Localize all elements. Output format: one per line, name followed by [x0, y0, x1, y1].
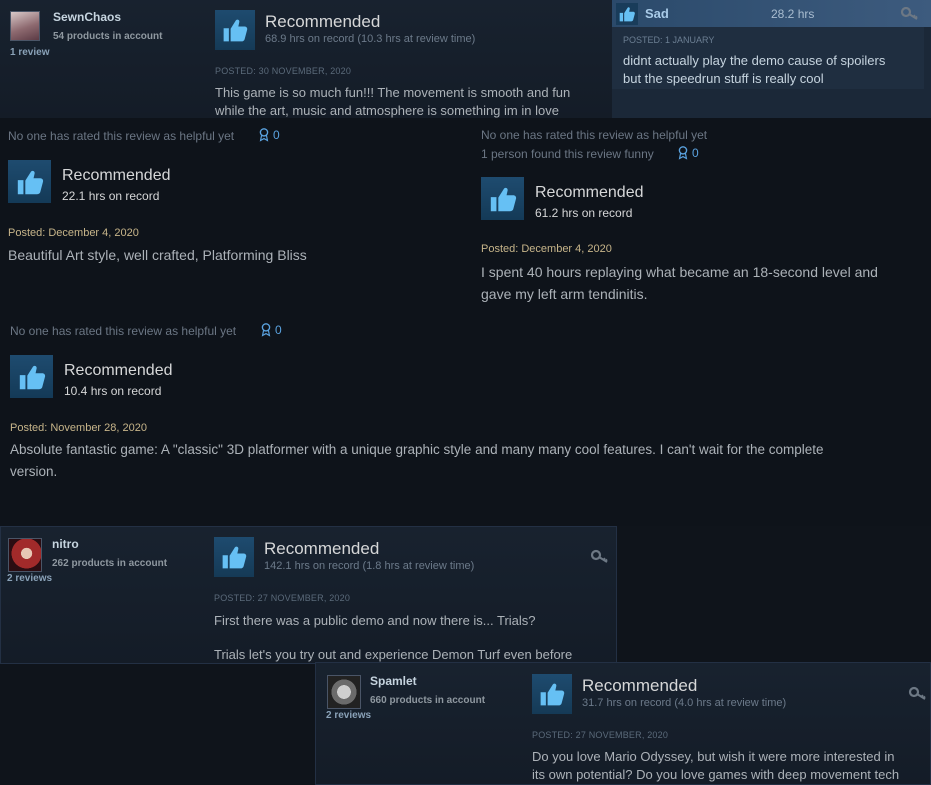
review-card-spamlet: Spamlet 660 products in account 2 review…: [315, 662, 931, 785]
thumbs-up-icon: [10, 355, 53, 398]
review-verdict[interactable]: Recommended: [265, 12, 380, 32]
award-count: 0: [273, 127, 280, 142]
products-count[interactable]: 262 products in account: [52, 558, 167, 569]
review-text-line: This game is so much fun!!! The movement…: [215, 85, 571, 100]
thumbs-up-icon: [616, 3, 638, 25]
helpful-status: No one has rated this review as helpful …: [10, 324, 237, 338]
award-button[interactable]: 0: [260, 322, 282, 337]
thumbs-up-icon: [532, 674, 572, 714]
review-verdict[interactable]: Recommended: [264, 539, 379, 559]
avatar[interactable]: [10, 11, 40, 41]
review-text-line: while the art, music and atmosphere is s…: [215, 103, 559, 118]
hours-on-record: 22.1 hrs on record: [62, 189, 160, 203]
posted-date: POSTED: 30 NOVEMBER, 2020: [215, 66, 352, 76]
posted-date: POSTED: 27 NOVEMBER, 2020: [532, 730, 669, 740]
products-count[interactable]: 54 products in account: [53, 31, 162, 42]
award-icon: [677, 145, 689, 160]
avatar[interactable]: [327, 675, 361, 709]
posted-date: Posted: November 28, 2020: [10, 422, 147, 434]
key-icon: [908, 686, 928, 700]
review-card-sewnchaos: SewnChaos 54 products in account 1 revie…: [0, 0, 612, 118]
review-verdict[interactable]: Recommended: [62, 167, 171, 185]
hours-on-record: 68.9 hrs on record (10.3 hrs at review t…: [265, 33, 476, 45]
thumbs-up-icon: [8, 160, 51, 203]
review-text: Beautiful Art style, well crafted, Platf…: [8, 247, 307, 263]
award-button[interactable]: 0: [258, 127, 280, 142]
hours-on-record: 31.7 hrs on record (4.0 hrs at review ti…: [582, 697, 787, 709]
review-text-line: gave my left arm tendinitis.: [481, 286, 648, 302]
products-count[interactable]: 660 products in account: [370, 695, 485, 706]
reviews-count[interactable]: 2 reviews: [7, 573, 52, 584]
review-verdict[interactable]: Recommended: [535, 184, 644, 202]
helpful-status: No one has rated this review as helpful …: [8, 129, 235, 143]
award-button[interactable]: 0: [677, 145, 699, 160]
reviewer-name[interactable]: nitro: [52, 537, 79, 551]
award-count: 0: [275, 322, 282, 337]
reviews-count[interactable]: 1 review: [10, 47, 49, 58]
posted-date: Posted: December 4, 2020: [481, 243, 612, 255]
avatar[interactable]: [8, 538, 42, 572]
posted-date: POSTED: 1 JANUARY: [623, 35, 715, 45]
hours-on-record: 28.2 hrs: [771, 7, 815, 21]
award-count: 0: [692, 145, 699, 160]
review-text-line: its own potential? Do you love games wit…: [532, 767, 900, 782]
thumbs-up-icon: [214, 537, 254, 577]
helpful-status: No one has rated this review as helpful …: [481, 128, 708, 142]
review-card-sad: Sad 28.2 hrs POSTED: 1 JANUARY didnt act…: [612, 0, 931, 118]
review-text-line: didnt actually play the demo cause of sp…: [623, 53, 886, 68]
review-card-nitro: nitro 262 products in account 2 reviews …: [0, 526, 617, 664]
reviewer-name[interactable]: Sad: [645, 6, 669, 21]
reviewer-name[interactable]: SewnChaos: [53, 10, 121, 24]
funny-status: 1 person found this review funny: [481, 147, 654, 161]
review-text-line: Absolute fantastic game: A "classic" 3D …: [10, 442, 824, 457]
thumbs-up-icon: [481, 177, 524, 220]
posted-date: POSTED: 27 NOVEMBER, 2020: [214, 593, 351, 603]
review-verdict[interactable]: Recommended: [582, 676, 697, 696]
review-text-line: I spent 40 hours replaying what became a…: [481, 264, 878, 280]
key-icon: [900, 6, 920, 20]
review-text-line: First there was a public demo and now th…: [214, 613, 536, 628]
award-icon: [260, 322, 272, 337]
reviews-count[interactable]: 2 reviews: [326, 710, 371, 721]
reviewer-name[interactable]: Spamlet: [370, 674, 417, 688]
award-icon: [258, 127, 270, 142]
review-text-line: Do you love Mario Odyssey, but wish it w…: [532, 749, 895, 764]
review-text-line: version.: [10, 464, 58, 479]
hours-on-record: 10.4 hrs on record: [64, 384, 162, 398]
hours-on-record: 61.2 hrs on record: [535, 206, 633, 220]
key-icon: [590, 549, 610, 563]
posted-date: Posted: December 4, 2020: [8, 227, 139, 239]
thumbs-up-icon: [215, 10, 255, 50]
review-verdict[interactable]: Recommended: [64, 362, 173, 380]
review-text-line: but the speedrun stuff is really cool: [623, 71, 824, 86]
hours-on-record: 142.1 hrs on record (1.8 hrs at review t…: [264, 560, 475, 572]
